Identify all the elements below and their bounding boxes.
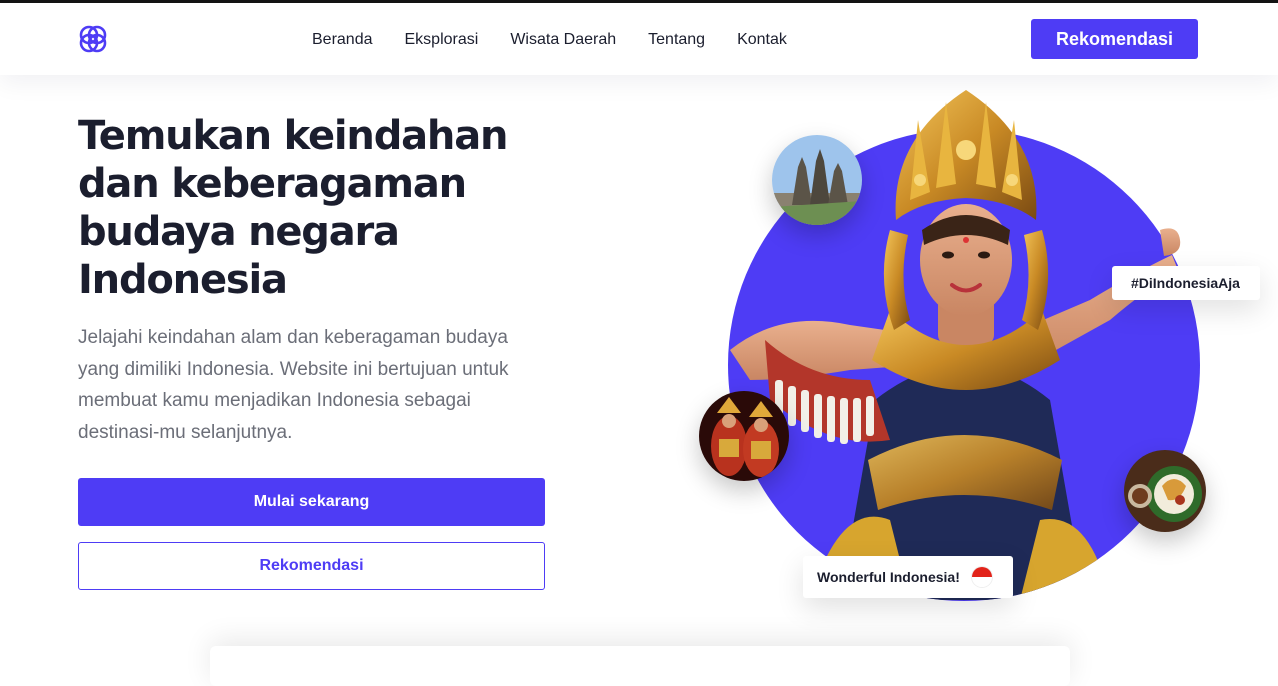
main-nav: Beranda Eksplorasi Wisata Daerah Tentang… <box>312 29 819 51</box>
hero-title: Temukan keindahan dan keberagaman budaya… <box>78 113 508 303</box>
nav-link-eksplorasi[interactable]: Eksplorasi <box>405 29 479 51</box>
hero-description: Jelajahi keindahan alam dan keberagaman … <box>78 327 509 443</box>
interlocking-loops-logo-icon[interactable] <box>77 23 109 55</box>
hashtag-badge: #DiIndonesiaAja <box>1112 266 1260 300</box>
recommendation-button[interactable]: Rekomendasi <box>78 542 545 590</box>
start-now-button[interactable]: Mulai sekarang <box>78 478 545 526</box>
hashtag-text: #DiIndonesiaAja <box>1131 275 1240 291</box>
nav-link-kontak[interactable]: Kontak <box>737 29 787 51</box>
temple-photo <box>772 135 862 225</box>
nav-link-beranda[interactable]: Beranda <box>312 29 373 51</box>
site-header: Beranda Eksplorasi Wisata Daerah Tentang… <box>0 3 1278 75</box>
next-section-card <box>210 646 1070 686</box>
food-photo <box>1124 450 1206 532</box>
dance-performance-photo <box>699 391 789 481</box>
header-rekomendasi-button[interactable]: Rekomendasi <box>1031 19 1198 59</box>
wonderful-indonesia-text: Wonderful Indonesia! <box>817 569 960 585</box>
nav-link-wisata-daerah[interactable]: Wisata Daerah <box>510 29 616 51</box>
hero-illustration <box>690 80 1278 620</box>
nav-link-tentang[interactable]: Tentang <box>648 29 705 51</box>
wonderful-indonesia-badge: Wonderful Indonesia! <box>803 556 1013 598</box>
indonesia-flag-icon <box>971 567 992 587</box>
